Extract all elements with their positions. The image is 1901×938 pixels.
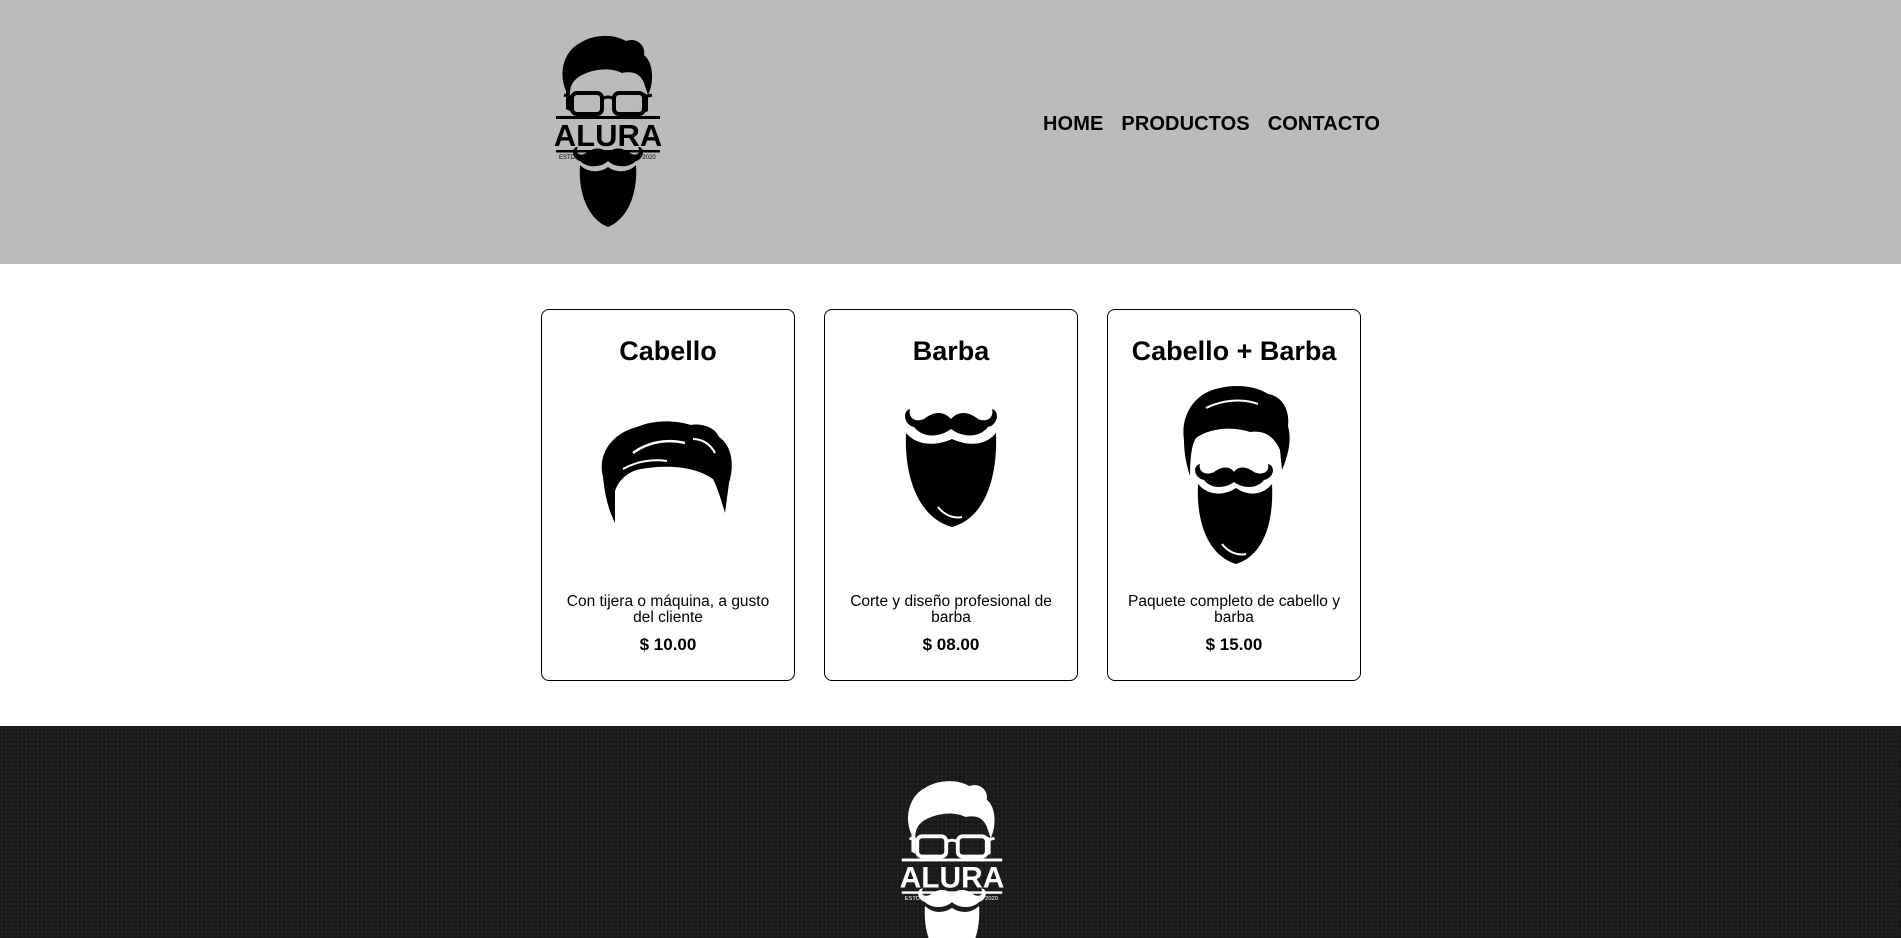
site-header: ALURA ESTD 2020 HOME PRODUCTOS CONTACTO (0, 0, 1901, 264)
product-price: $ 08.00 (922, 635, 980, 654)
logo-wordmark: ALURA (554, 118, 663, 153)
product-description: Paquete completo de cabello y barba (1128, 593, 1340, 626)
beard-icon (825, 378, 1077, 558)
product-description: Con tijera o máquina, a gusto del client… (566, 593, 770, 626)
nav-link-productos[interactable]: PRODUCTOS (1121, 113, 1249, 135)
product-title: Cabello + Barba (1131, 336, 1337, 366)
nav-item-home: HOME (1043, 113, 1103, 136)
hair-and-beard-icon (1108, 378, 1360, 564)
nav-item-contacto: CONTACTO (1268, 113, 1380, 136)
site-footer: ALURA ESTD 2020 (0, 726, 1901, 938)
product-description: Corte y diseño profesional de barba (850, 593, 1052, 626)
product-card-barba: Barba Corte y diseño profesional de barb… (824, 309, 1078, 681)
product-card-cabello-barba: Cabello + Barba Paquete completo de cabe… (1107, 309, 1361, 681)
product-title: Cabello (619, 336, 717, 366)
svg-text:2020: 2020 (642, 155, 656, 161)
svg-text:2020: 2020 (985, 896, 998, 902)
product-price: $ 10.00 (639, 635, 697, 654)
product-price: $ 15.00 (1205, 635, 1263, 654)
svg-text:ESTD: ESTD (559, 155, 576, 161)
nav-link-home[interactable]: HOME (1043, 113, 1103, 135)
nav-item-productos: PRODUCTOS (1121, 113, 1249, 136)
nav-link-contacto[interactable]: CONTACTO (1268, 113, 1380, 135)
product-card-cabello: Cabello Con tijera o máquina, a gusto de… (541, 309, 795, 681)
alura-logo[interactable]: ALURA ESTD 2020 (550, 33, 666, 229)
footer-logo-wordmark: ALURA (900, 861, 1005, 894)
main-nav: HOME PRODUCTOS CONTACTO (1043, 113, 1380, 136)
hair-icon (542, 378, 794, 558)
products-section: Cabello Con tijera o máquina, a gusto de… (541, 309, 1361, 681)
product-title: Barba (912, 336, 990, 366)
svg-text:ESTD: ESTD (905, 896, 920, 902)
alura-logo-footer: ALURA ESTD 2020 (900, 781, 1005, 938)
